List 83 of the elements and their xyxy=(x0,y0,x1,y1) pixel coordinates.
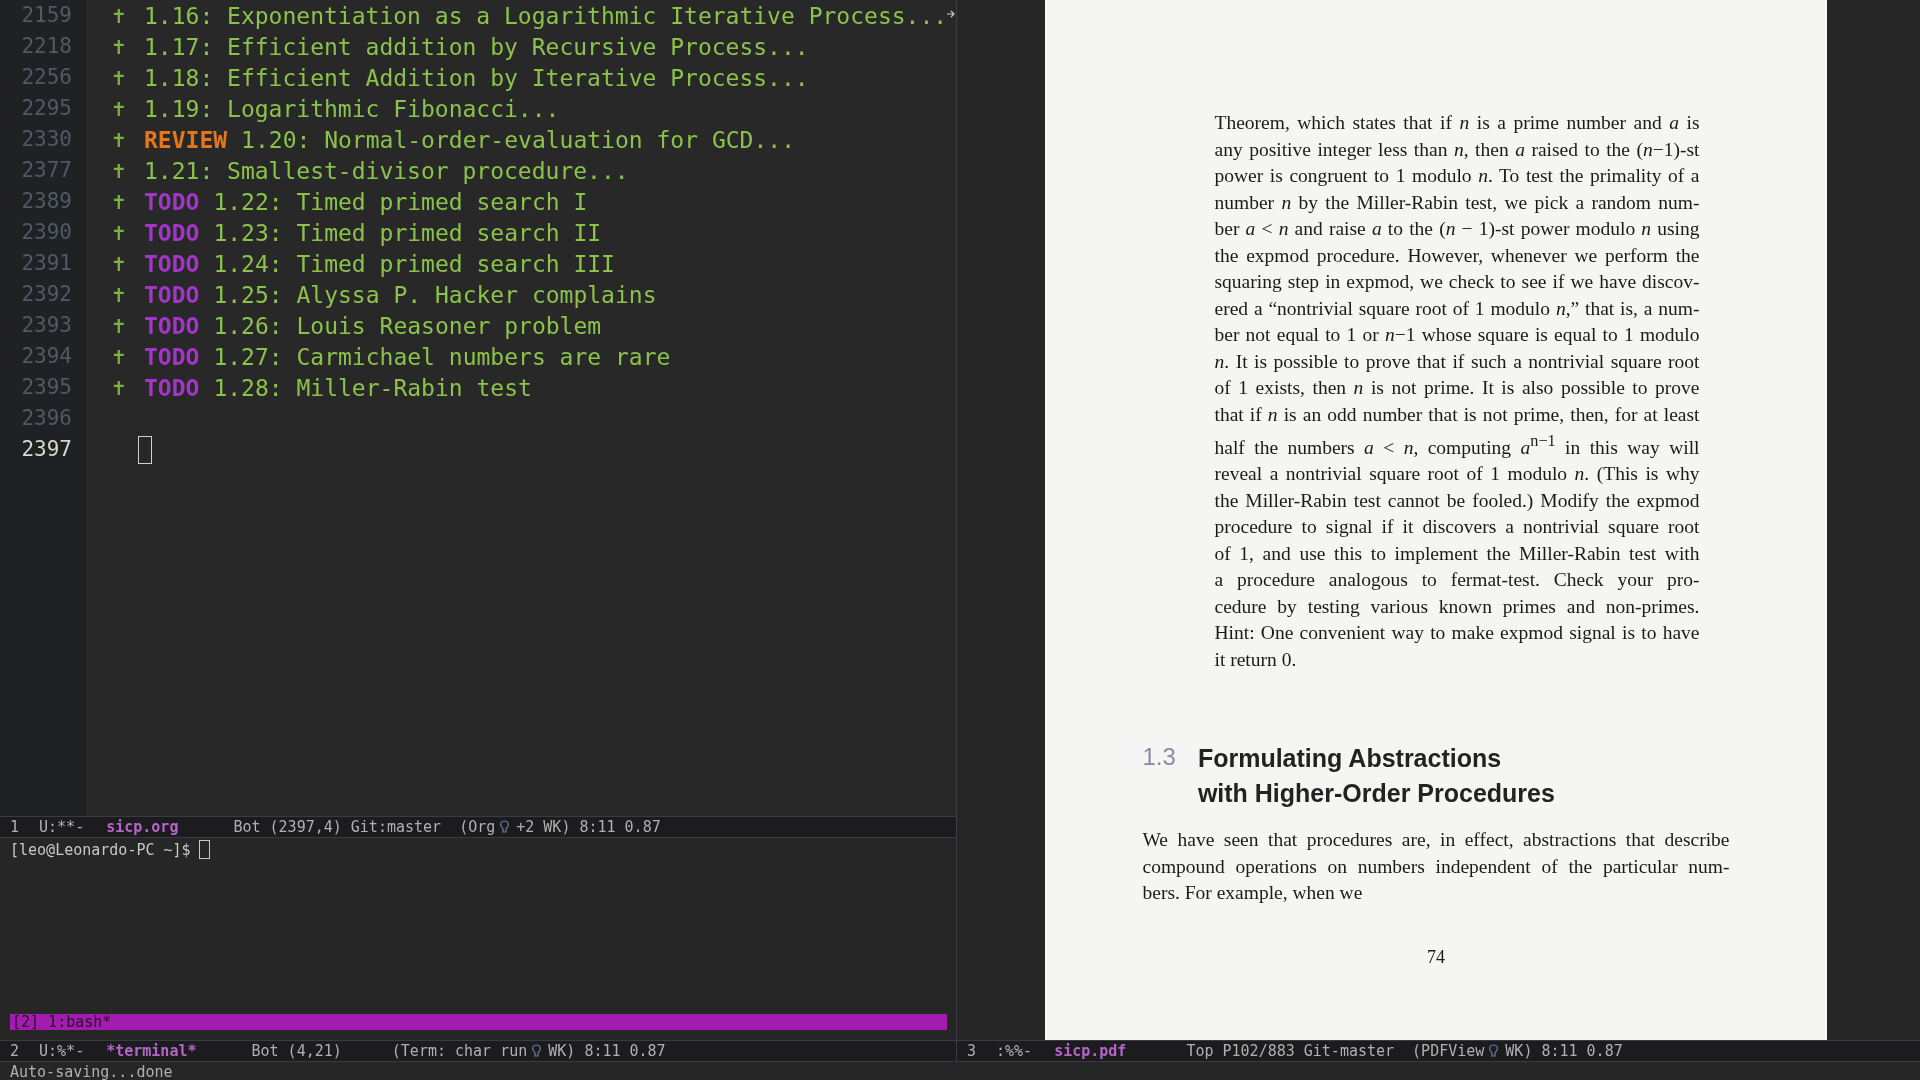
line-number: 2218 xyxy=(20,33,73,60)
line-number: 2392 xyxy=(20,281,73,308)
heading-bullet: ✝ xyxy=(112,158,127,183)
heading-bullet: ✝ xyxy=(112,127,127,152)
org-heading[interactable]: 1.21: Smallest-divisor procedure... xyxy=(144,157,629,184)
buffer-name: sicp.pdf xyxy=(1054,1042,1127,1060)
minor-modes: WK) xyxy=(1505,1042,1533,1060)
org-heading[interactable]: 1.18: Efficient Addition by Iterative Process... xyxy=(144,64,809,91)
line-number: 2159 xyxy=(20,2,73,29)
heading-bullet: ✝ xyxy=(112,375,127,400)
buffer-position: Bot (2397,4) xyxy=(233,818,342,836)
org-heading[interactable]: 1.16: Exponentiation as a Logarithmic Iterative Process... xyxy=(144,2,948,29)
line-number: 2391 xyxy=(20,250,73,277)
todo-keyword: TODO xyxy=(144,312,200,339)
heading-bullet: ✝ xyxy=(112,65,127,90)
line-number: 2394 xyxy=(20,343,73,370)
heading-bullet: ✝ xyxy=(112,313,127,338)
todo-keyword: REVIEW xyxy=(144,126,228,153)
line-number: 2395 xyxy=(20,374,73,401)
todo-keyword: TODO xyxy=(144,250,200,277)
buffer-position: Bot (4,21) xyxy=(251,1042,342,1060)
section-number: 1.3 xyxy=(1142,742,1176,772)
buffer-position: Top P102/883 xyxy=(1186,1042,1295,1060)
line-number: 2377 xyxy=(20,157,73,184)
heading-bullet: ✝ xyxy=(112,251,127,276)
todo-keyword: TODO xyxy=(144,281,200,308)
shell-prompt: [leo@Leonardo-PC ~]$ xyxy=(10,840,191,859)
todo-keyword: TODO xyxy=(144,188,200,215)
buffer-flags: U:**- xyxy=(39,818,85,836)
org-heading[interactable]: 1.22: Timed primed search I xyxy=(213,188,588,215)
window-number: 3 xyxy=(967,1042,977,1060)
org-heading[interactable]: 1.27: Carmichael numbers are rare xyxy=(213,343,671,370)
buffer-flags: :%%- xyxy=(996,1042,1033,1060)
org-heading[interactable]: 1.28: Miller-Rabin test xyxy=(213,374,532,401)
line-number: 2390 xyxy=(20,219,73,246)
time-load: 8:11 0.87 xyxy=(1541,1042,1623,1060)
buffer-flags: U:%*- xyxy=(39,1042,85,1060)
line-number: 2393 xyxy=(20,312,73,339)
org-heading[interactable]: 1.23: Timed primed search II xyxy=(213,219,602,246)
heading-bullet: ✝ xyxy=(112,344,127,369)
org-heading[interactable]: 1.19: Logarithmic Fibonacci... xyxy=(144,95,560,122)
git-branch: Git-master xyxy=(1303,1042,1395,1060)
line-number: 2295 xyxy=(20,95,73,122)
todo-keyword: TODO xyxy=(144,219,200,246)
paragraph: Theorem, which states that if n is a prime number and a is any positive integer less than n, then a raised to the (n−1)-st power is congruent to 1 modulo n. To test the primality of a number n by the Miller-Rabin test, we pick a random num- ber a < n and raise a to the (n − 1)-st power modulo n using the expmod procedure. However, whenever we perform the squaring step in expmod, we check to see if we have discov- ered a “nontrivial square root of 1 modulo n,” that is, a num- ber not equal to 1 or n−1 whose square is equal to 1 modulo n. It is possible to prove that if such a nontrivial square root of 1 exists, then n is not prime. It is also possible to prove that if n is an odd number that is not prime, then, for at least half the numbers a < n, computing a$^{n−1}$ in this way will reveal a nontrivial square root of 1 modulo n. (This is why the Miller-Rabin test cannot be fooled.) Modify the expmod procedure to signal if it discovers a nontrivial square root of 1, and use this to implement the Miller-Rabin test with a procedure analogous to fermat-test. Check your pro- cedure by testing various known primes and non-primes. Hint: One convenient way to make expmod signal is to have it return 0. xyxy=(1214,111,1700,672)
git-branch: Git:master xyxy=(350,818,442,836)
terminal-cursor xyxy=(198,840,210,859)
minor-modes: WK) xyxy=(548,1042,576,1060)
window-number: 1 xyxy=(10,818,20,836)
major-mode: (Term: char run xyxy=(391,1042,528,1060)
bulb-icon xyxy=(1488,1044,1500,1058)
org-heading[interactable]: 1.20: Normal-order-evaluation for GCD... xyxy=(241,126,795,153)
bulb-icon xyxy=(499,820,511,834)
todo-keyword: TODO xyxy=(144,343,200,370)
tmux-status-bar: [2] 1:bash* xyxy=(10,1014,947,1030)
major-mode: (Org xyxy=(459,818,496,836)
window-number: 2 xyxy=(10,1042,20,1060)
buffer-name: sicp.org xyxy=(106,818,179,836)
heading-bullet: ✝ xyxy=(112,3,127,28)
time-load: 8:11 0.87 xyxy=(584,1042,666,1060)
buffer-name: *terminal* xyxy=(106,1042,197,1060)
heading-bullet: ✝ xyxy=(112,34,127,59)
bulb-icon xyxy=(531,1044,543,1058)
org-heading[interactable]: 1.25: Alyssa P. Hacker complains xyxy=(213,281,657,308)
line-number: 2397 xyxy=(20,436,73,463)
heading-bullet: ✝ xyxy=(112,282,127,307)
org-heading[interactable]: 1.26: Louis Reasoner problem xyxy=(213,312,602,339)
minor-modes: +2 WK) xyxy=(516,818,571,836)
line-number: 2396 xyxy=(20,405,73,432)
section-title: Formulating Abstractions with Higher-Order Procedures xyxy=(1197,743,1555,809)
line-number: 2256 xyxy=(20,64,73,91)
paragraph: We have seen that procedures are, in effect, abstractions that describe compound operations on numbers independent of the particular num- bers. For example, when we xyxy=(1142,828,1730,905)
todo-keyword: TODO xyxy=(144,374,200,401)
line-number: 2330 xyxy=(20,126,73,153)
org-heading[interactable]: 1.17: Efficient addition by Recursive Process... xyxy=(144,33,809,60)
page-number: 74 xyxy=(1427,946,1445,968)
heading-bullet: ✝ xyxy=(112,96,127,121)
time-load: 8:11 0.87 xyxy=(579,818,661,836)
line-number: 2389 xyxy=(20,188,73,215)
heading-bullet: ✝ xyxy=(112,189,127,214)
heading-bullet: ✝ xyxy=(112,220,127,245)
org-heading[interactable]: 1.24: Timed primed search III xyxy=(213,250,615,277)
major-mode: (PDFView xyxy=(1412,1042,1485,1060)
